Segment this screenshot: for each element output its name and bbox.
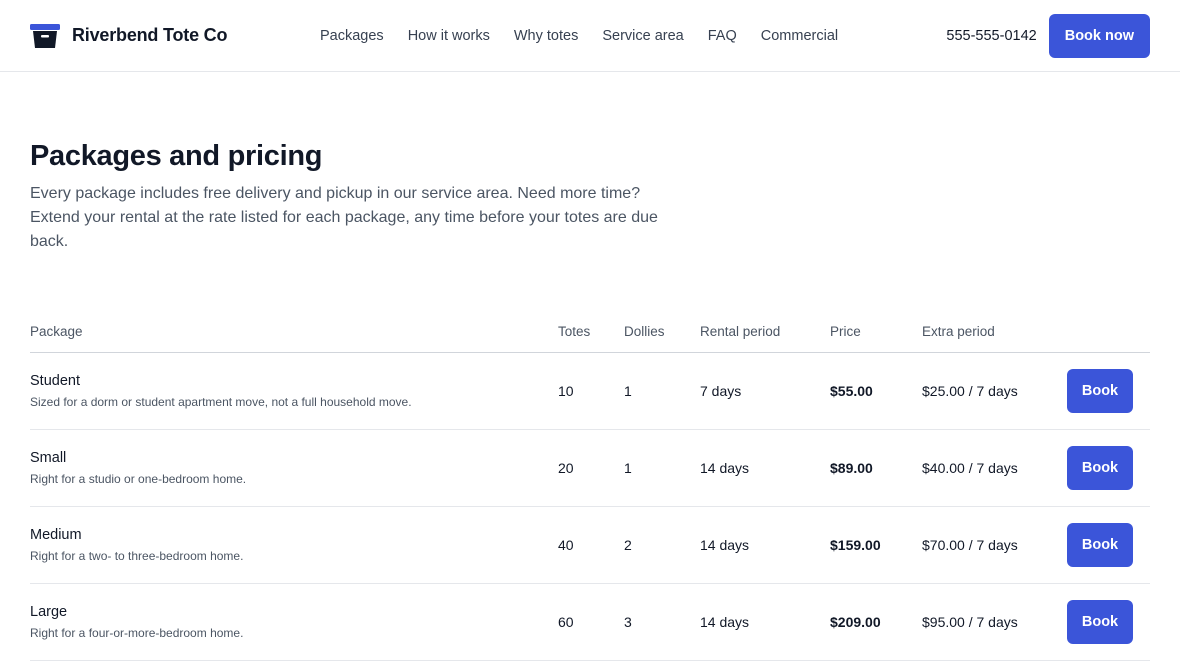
table-row: Student Sized for a dorm or student apar… xyxy=(30,352,1150,430)
extra-period-cell: $25.00 / 7 days xyxy=(922,352,1067,430)
action-cell: Book xyxy=(1067,429,1150,507)
package-description: Right for a two- to three-bedroom home. xyxy=(30,549,244,563)
nav-faq[interactable]: FAQ xyxy=(708,28,737,44)
book-small-button[interactable]: Book xyxy=(1067,446,1133,490)
package-name: Medium xyxy=(30,527,82,543)
page-title: Packages and pricing xyxy=(30,140,323,172)
table-row: Medium Right for a two- to three-bedroom… xyxy=(30,506,1150,584)
rental-period-cell: 14 days xyxy=(700,583,830,661)
package-cell: Medium Right for a two- to three-bedroom… xyxy=(30,506,558,584)
header-rental-period: Rental period xyxy=(700,310,830,353)
table-header-row: Package Totes Dollies Rental period Pric… xyxy=(30,310,1150,353)
main-nav: Packages How it works Why totes Service … xyxy=(320,0,838,72)
extra-period-cell: $40.00 / 7 days xyxy=(922,429,1067,507)
dollies-cell: 2 xyxy=(624,506,700,584)
price-cell: $55.00 xyxy=(830,352,922,430)
package-cell: Small Right for a studio or one-bedroom … xyxy=(30,429,558,507)
nav-packages[interactable]: Packages xyxy=(320,28,384,44)
pricing-table: Package Totes Dollies Rental period Pric… xyxy=(30,310,1150,661)
header-price: Price xyxy=(830,310,922,353)
package-description: Sized for a dorm or student apartment mo… xyxy=(30,395,412,409)
book-large-button[interactable]: Book xyxy=(1067,600,1133,644)
extra-period-cell: $95.00 / 7 days xyxy=(922,583,1067,661)
package-name: Small xyxy=(30,450,67,466)
action-cell: Book xyxy=(1067,583,1150,661)
dollies-cell: 1 xyxy=(624,429,700,507)
rental-period-cell: 14 days xyxy=(700,429,830,507)
package-name: Student xyxy=(30,373,80,389)
price-cell: $159.00 xyxy=(830,506,922,584)
intro-text: Every package includes free delivery and… xyxy=(30,185,658,250)
package-description: Right for a studio or one-bedroom home. xyxy=(30,472,247,486)
totes-cell: 40 xyxy=(558,506,624,584)
header-package: Package xyxy=(30,310,558,353)
action-cell: Book xyxy=(1067,352,1150,430)
rental-period-cell: 7 days xyxy=(700,352,830,430)
dollies-cell: 1 xyxy=(624,352,700,430)
tote-box-icon xyxy=(30,23,60,48)
phone-number[interactable]: 555-555-0142 xyxy=(946,28,1036,44)
price-cell: $209.00 xyxy=(830,583,922,661)
site-header: Riverbend Tote Co Packages How it works … xyxy=(0,0,1180,72)
header-actions: 555-555-0142 Book now xyxy=(946,13,1150,58)
table-row: Small Right for a studio or one-bedroom … xyxy=(30,429,1150,507)
brand[interactable]: Riverbend Tote Co xyxy=(30,23,228,48)
nav-commercial[interactable]: Commercial xyxy=(761,28,838,44)
dollies-cell: 3 xyxy=(624,583,700,661)
extra-period-cell: $70.00 / 7 days xyxy=(922,506,1067,584)
header-action xyxy=(1067,310,1150,353)
totes-cell: 60 xyxy=(558,583,624,661)
nav-why-totes[interactable]: Why totes xyxy=(514,28,578,44)
price-cell: $89.00 xyxy=(830,429,922,507)
nav-how-it-works[interactable]: How it works xyxy=(408,28,490,44)
main-content: Packages and pricing Every package inclu… xyxy=(0,136,1180,661)
book-medium-button[interactable]: Book xyxy=(1067,523,1133,567)
package-cell: Student Sized for a dorm or student apar… xyxy=(30,352,558,430)
book-student-button[interactable]: Book xyxy=(1067,369,1133,413)
rental-period-cell: 14 days xyxy=(700,506,830,584)
totes-cell: 10 xyxy=(558,352,624,430)
brand-name: Riverbend Tote Co xyxy=(72,25,228,45)
totes-cell: 20 xyxy=(558,429,624,507)
table-row: Large Right for a four-or-more-bedroom h… xyxy=(30,583,1150,661)
header-totes: Totes xyxy=(558,310,624,353)
book-now-button[interactable]: Book now xyxy=(1048,13,1150,58)
package-name: Large xyxy=(30,604,68,620)
header-dollies: Dollies xyxy=(624,310,700,353)
action-cell: Book xyxy=(1067,506,1150,584)
header-extra-period: Extra period xyxy=(922,310,1067,353)
nav-service-area[interactable]: Service area xyxy=(602,28,683,44)
package-cell: Large Right for a four-or-more-bedroom h… xyxy=(30,583,558,661)
package-description: Right for a four-or-more-bedroom home. xyxy=(30,626,244,640)
